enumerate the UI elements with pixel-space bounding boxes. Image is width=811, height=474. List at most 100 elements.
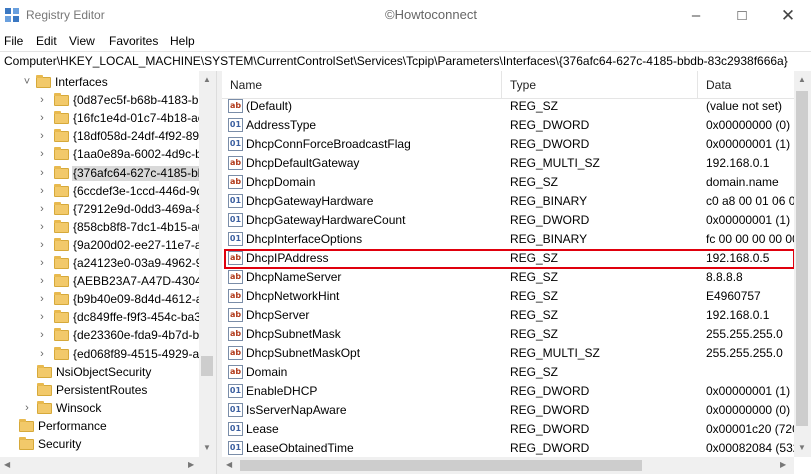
chevron-right-icon[interactable]: › xyxy=(37,218,47,237)
value-name: Domain xyxy=(246,365,288,379)
value-row[interactable]: ab DhcpSubnetMask REG_SZ 255.255.255.0 xyxy=(222,325,811,344)
tree-item[interactable]: › {dc849ffe-f9f3-454c-ba3 xyxy=(0,308,201,327)
value-row[interactable]: ab Domain REG_SZ xyxy=(222,363,811,382)
tree-item[interactable]: Performance xyxy=(0,417,200,436)
value-type: REG_DWORD xyxy=(510,403,590,417)
tree-item[interactable]: › {AEBB23A7-A47D-4304-A xyxy=(0,272,214,291)
chevron-right-icon[interactable]: › xyxy=(37,290,47,309)
scroll-left-arrow-icon[interactable]: ◀ xyxy=(4,460,10,469)
scroll-up-arrow-icon[interactable]: ▲ xyxy=(203,75,211,84)
maximize-button[interactable]: □ xyxy=(719,0,765,31)
value-row[interactable]: ab DhcpDomain REG_SZ domain.name xyxy=(222,173,811,192)
tree-item[interactable]: › {376afc64-627c-4185-bb xyxy=(0,164,206,183)
value-row[interactable]: ab DhcpServer REG_SZ 192.168.0.1 xyxy=(222,306,811,325)
tree-item[interactable]: › {6ccdef3e-1ccd-446d-9d xyxy=(0,182,203,201)
list-horizontal-thumb[interactable] xyxy=(240,460,642,471)
value-row[interactable]: 01 DhcpGatewayHardwareCount REG_DWORD 0x000… xyxy=(222,211,811,230)
menu-help[interactable]: Help xyxy=(170,34,195,48)
chevron-right-icon[interactable]: › xyxy=(37,326,47,345)
list-horizontal-scrollbar[interactable]: ◀ ▶ xyxy=(222,457,794,474)
tree-item[interactable]: NsiObjectSecurity xyxy=(0,363,200,382)
list-scroll-thumb[interactable] xyxy=(796,91,808,426)
tree-item[interactable]: › {858cb8f8-7dc1-4b15-a0 xyxy=(0,218,204,237)
value-name: DhcpGatewayHardware xyxy=(246,194,374,208)
tree-item[interactable]: › {9a200d02-ee27-11e7-ac xyxy=(0,236,208,255)
chevron-right-icon[interactable]: › xyxy=(37,91,47,110)
value-name: DhcpSubnetMaskOpt xyxy=(246,346,361,360)
tree-item[interactable]: › {ed068f89-4515-4929-a8 xyxy=(0,345,206,364)
value-row[interactable]: 01 AddressType REG_DWORD 0x00000000 (0) xyxy=(222,116,811,135)
tree-item[interactable]: › {de23360e-fda9-4b7d-bc xyxy=(0,326,205,345)
tree-horizontal-scrollbar[interactable]: ◀ ▶ xyxy=(0,457,216,474)
value-row[interactable]: 01 EnableDHCP REG_DWORD 0x00000001 (1) xyxy=(222,382,811,401)
menu-file[interactable]: File xyxy=(4,34,23,48)
tree-item[interactable]: › {18df058d-24df-4f92-89b xyxy=(0,127,206,146)
scroll-up-arrow-icon[interactable]: ▲ xyxy=(798,75,806,84)
column-header-name[interactable]: Name xyxy=(222,71,502,99)
scroll-down-arrow-icon[interactable]: ▼ xyxy=(798,443,806,452)
value-type: REG_SZ xyxy=(510,289,559,303)
tree-item[interactable]: Security xyxy=(0,435,200,454)
value-row[interactable]: 01 LeaseObtainedTime REG_DWORD 0x00082084 (… xyxy=(222,439,811,458)
close-button[interactable]: ✕ xyxy=(765,0,811,31)
value-row[interactable]: ab DhcpDefaultGateway REG_MULTI_SZ 192.168.… xyxy=(222,154,811,173)
menu-view[interactable]: View xyxy=(69,34,95,48)
list-vertical-scrollbar[interactable]: ▲ ▼ xyxy=(794,71,811,457)
address-bar[interactable]: Computer\HKEY_LOCAL_MACHINE\SYSTEM\Curre… xyxy=(0,51,811,72)
tree-scroll-thumb[interactable] xyxy=(201,356,213,376)
tree-item[interactable]: › {0d87ec5f-b68b-4183-bc xyxy=(0,91,204,110)
value-type: REG_BINARY xyxy=(510,232,588,246)
scroll-left-arrow-icon[interactable]: ◀ xyxy=(226,460,232,469)
minimize-button[interactable]: – xyxy=(673,0,719,31)
value-type: REG_DWORD xyxy=(510,137,590,151)
value-row[interactable]: ab DhcpSubnetMaskOpt REG_MULTI_SZ 255.255.2… xyxy=(222,344,811,363)
values-list[interactable]: Name Type Data ab (Default) REG_SZ (value n… xyxy=(222,71,811,474)
value-name: (Default) xyxy=(246,99,293,113)
column-header-type[interactable]: Type xyxy=(502,71,698,99)
menu-favorites[interactable]: Favorites xyxy=(109,34,158,48)
value-row[interactable]: 01 DhcpInterfaceOptions REG_BINARY fc 00 00… xyxy=(222,230,811,249)
scroll-right-arrow-icon[interactable]: ▶ xyxy=(188,460,194,469)
address-path[interactable]: Computer\HKEY_LOCAL_MACHINE\SYSTEM\Curre… xyxy=(4,54,788,68)
value-row[interactable]: 01 DhcpConnForceBroadcastFlag REG_DWORD 0x0… xyxy=(222,135,811,154)
chevron-right-icon[interactable]: › xyxy=(37,345,47,364)
chevron-right-icon[interactable]: › xyxy=(37,272,47,291)
folder-icon xyxy=(54,274,69,288)
menu-edit[interactable]: Edit xyxy=(36,34,57,48)
chevron-right-icon[interactable]: › xyxy=(37,308,47,327)
tree-item[interactable]: › {1aa0e89a-6002-4d9c-b7 xyxy=(0,145,208,164)
tree-item[interactable]: › {b9b40e09-8d4d-4612-a1 xyxy=(0,290,209,309)
chevron-down-icon[interactable]: ˅ xyxy=(22,73,32,92)
value-name: Lease xyxy=(246,422,279,436)
chevron-right-icon[interactable]: › xyxy=(37,164,47,183)
chevron-right-icon[interactable]: › xyxy=(37,182,47,201)
tree-item[interactable]: › {a24123e0-03a9-4962-9d xyxy=(0,254,209,273)
folder-icon xyxy=(54,219,69,233)
value-row[interactable]: 01 IsServerNapAware REG_DWORD 0x00000000 (0… xyxy=(222,401,811,420)
value-row[interactable]: 01 Lease REG_DWORD 0x00001c20 (7200 xyxy=(222,420,811,439)
tree-item[interactable]: › {72912e9d-0dd3-469a-88 xyxy=(0,200,209,219)
tree-item[interactable]: PersistentRoutes xyxy=(0,381,200,400)
tree-vertical-scrollbar[interactable]: ▲ ▼ xyxy=(199,71,216,457)
chevron-right-icon[interactable]: › xyxy=(37,127,47,146)
value-name: DhcpNetworkHint xyxy=(246,289,340,303)
value-row[interactable]: 01 DhcpGatewayHardware REG_BINARY c0 a8 00 … xyxy=(222,192,811,211)
chevron-right-icon[interactable]: › xyxy=(37,236,47,255)
chevron-right-icon[interactable]: › xyxy=(37,145,47,164)
binary-value-icon: 01 xyxy=(228,194,243,208)
tree-item[interactable]: › {16fc1e4d-01c7-4b18-ae xyxy=(0,109,204,128)
tree-item[interactable]: › Winsock xyxy=(0,399,200,418)
chevron-right-icon[interactable]: › xyxy=(37,109,47,128)
value-row[interactable]: ab DhcpNameServer REG_SZ 8.8.8.8 xyxy=(222,268,811,287)
key-tree[interactable]: ˅ Interfaces › {0d87ec5f-b68b-4183-bc › {16fc… xyxy=(0,71,216,474)
chevron-right-icon[interactable]: › xyxy=(37,200,47,219)
value-row[interactable]: ab (Default) REG_SZ (value not set) xyxy=(222,97,811,116)
value-type: REG_MULTI_SZ xyxy=(510,346,600,360)
chevron-right-icon[interactable]: › xyxy=(37,254,47,273)
scroll-down-arrow-icon[interactable]: ▼ xyxy=(203,443,211,452)
tree-item[interactable]: ˅ Interfaces xyxy=(0,73,200,92)
chevron-right-icon[interactable]: › xyxy=(22,399,32,418)
value-row[interactable]: ab DhcpNetworkHint REG_SZ E4960757 xyxy=(222,287,811,306)
value-type: REG_DWORD xyxy=(510,118,590,132)
scroll-right-arrow-icon[interactable]: ▶ xyxy=(780,460,786,469)
